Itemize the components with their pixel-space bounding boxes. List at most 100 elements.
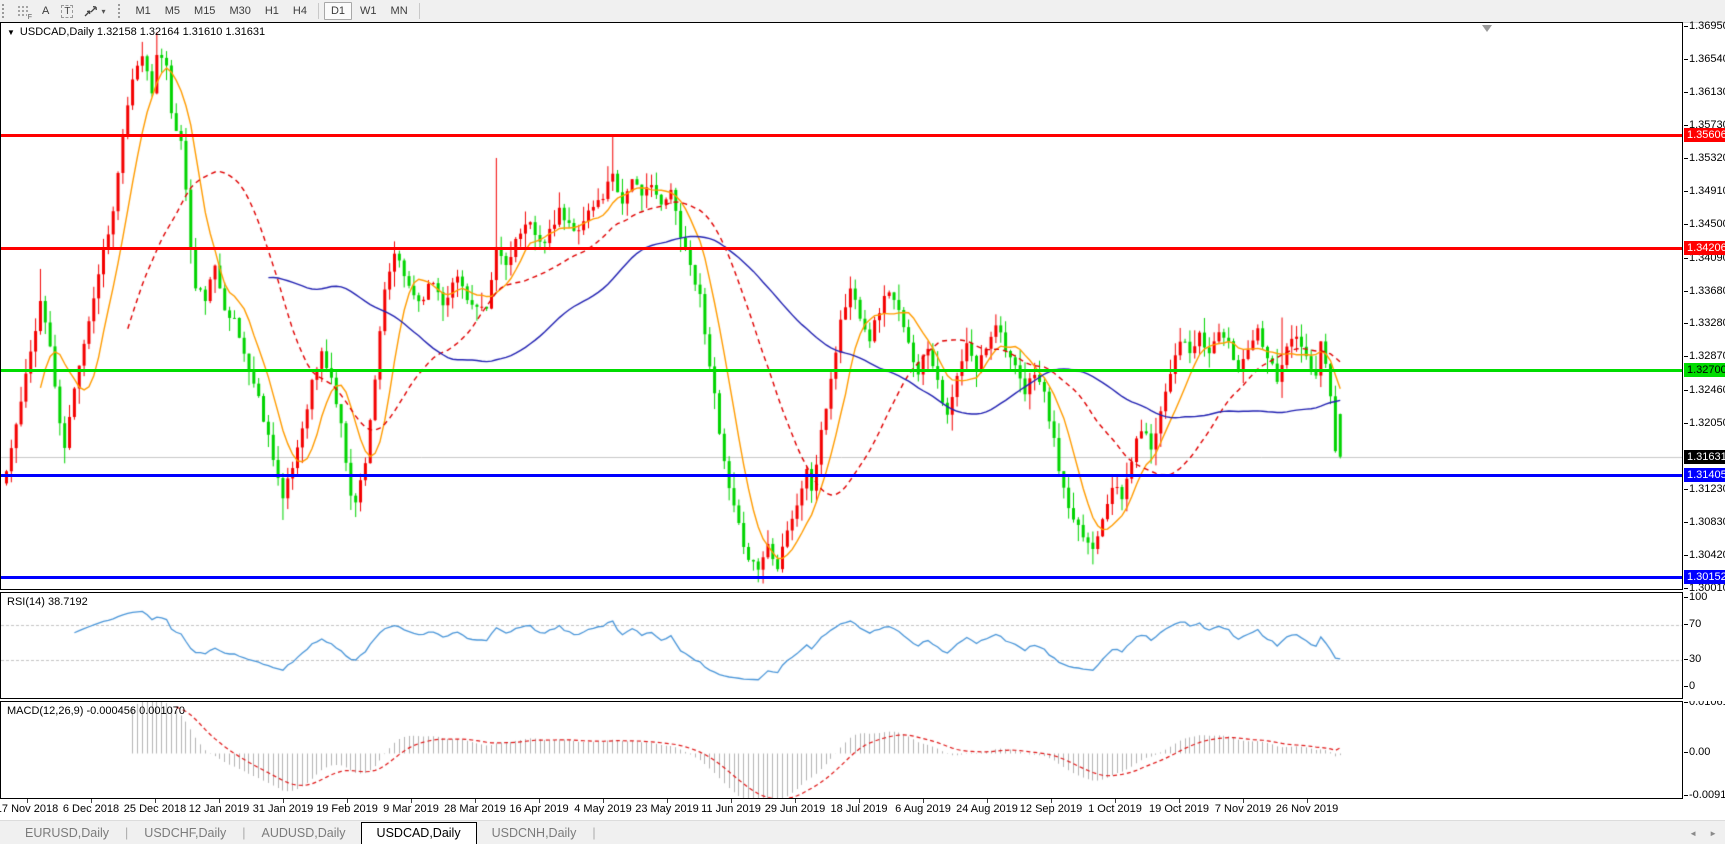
timeframe-group-drag-handle[interactable] [118, 4, 123, 18]
text-label-tool-button[interactable]: A [36, 2, 55, 20]
macd-canvas[interactable] [1, 702, 1682, 798]
rsi-tick-label: 0 [1689, 680, 1695, 693]
date-label: 24 Aug 2019 [956, 803, 1018, 815]
date-label: 11 Jun 2019 [701, 803, 761, 815]
tab-scroll-right-button[interactable]: ► [1709, 829, 1717, 838]
date-label: 26 Nov 2019 [1276, 803, 1338, 815]
timeframe-m5-button[interactable]: M5 [159, 2, 186, 20]
tab-separator: | [592, 826, 595, 840]
timeframe-m30-button[interactable]: M30 [223, 2, 256, 20]
date-label: 18 Jul 2019 [831, 803, 888, 815]
macd-axis[interactable]: 0.010615 0.00 -0.009185 [1684, 701, 1725, 799]
macd-tick-label: 0.010615 [1689, 701, 1725, 709]
timeframe-h1-button[interactable]: H1 [259, 2, 285, 20]
dotted-grid-f-icon: F [17, 5, 30, 18]
price-tick-label: 1.32050 [1689, 417, 1725, 430]
timeframe-h4-button[interactable]: H4 [287, 2, 313, 20]
date-label: 1 Oct 2019 [1088, 803, 1142, 815]
tab-separator: | [125, 826, 128, 840]
level-line-1.31405[interactable] [1, 474, 1682, 477]
fibonacci-grid-tool-button[interactable]: F [13, 2, 34, 20]
text-box-tool-button[interactable]: T [57, 2, 77, 20]
chart-shift-marker[interactable] [1482, 25, 1492, 32]
price-tick-label: 1.30830 [1689, 516, 1725, 529]
tab-usdchf-daily[interactable]: USDCHF,Daily [129, 822, 241, 844]
price-tick-label: 1.33280 [1689, 317, 1725, 330]
level-price-badge: 1.31405 [1684, 468, 1725, 482]
level-price-badge: 1.35606 [1684, 128, 1725, 142]
timeframe-w1-button[interactable]: W1 [354, 2, 383, 20]
level-price-badge: 1.34206 [1684, 241, 1725, 255]
symbol-dropdown-icon[interactable]: ▼ [7, 28, 15, 37]
tab-separator: | [242, 826, 245, 840]
rsi-axis[interactable]: 100 70 30 0 [1684, 592, 1725, 699]
price-tick-label: 1.32870 [1689, 350, 1725, 363]
date-label: 16 Apr 2019 [509, 803, 568, 815]
tab-eurusd-daily[interactable]: EURUSD,Daily [10, 822, 124, 844]
date-label: 4 May 2019 [574, 803, 631, 815]
date-label: 12 Sep 2019 [1020, 803, 1082, 815]
date-label: 12 Jan 2019 [189, 803, 250, 815]
main-price-panel[interactable]: ▼ USDCAD,Daily 1.32158 1.32164 1.31610 1… [0, 22, 1683, 590]
date-label: 9 Mar 2019 [383, 803, 439, 815]
current-price-badge: 1.31631 [1684, 450, 1725, 464]
macd-indicator-label: MACD(12,26,9) -0.000456 0.001070 [7, 705, 185, 717]
date-label: 19 Oct 2019 [1149, 803, 1209, 815]
toolbar: F A T ▾ M1 M5 M15 M30 H1 H4 D1 W1 MN [0, 0, 1725, 23]
arrows-tool-button[interactable]: ▾ [79, 2, 109, 20]
date-label: 25 Dec 2018 [124, 803, 186, 815]
timeframe-m1-button[interactable]: M1 [129, 2, 156, 20]
timeframe-d1-button[interactable]: D1 [324, 2, 352, 20]
tab-scrollers: ◄ ► [1689, 821, 1717, 844]
date-label: 17 Nov 2018 [0, 803, 58, 815]
price-tick-label: 1.30420 [1689, 549, 1725, 562]
chart-title: ▼ USDCAD,Daily 1.32158 1.32164 1.31610 1… [7, 26, 265, 38]
rsi-tick-label: 100 [1689, 591, 1707, 604]
price-axis[interactable]: 1.369501.365401.361301.357301.353201.349… [1684, 22, 1725, 590]
macd-tick-label: -0.009185 [1689, 789, 1725, 799]
arrows-icon [83, 5, 98, 18]
date-label: 6 Aug 2019 [895, 803, 951, 815]
price-tick-label: 1.35320 [1689, 152, 1725, 165]
mt4-window: F A T ▾ M1 M5 M15 M30 H1 H4 D1 W1 MN ▼ U… [0, 0, 1725, 844]
price-tick-label: 1.34910 [1689, 185, 1725, 198]
price-tick-label: 1.33680 [1689, 285, 1725, 298]
tab-usdcad-daily[interactable]: USDCAD,Daily [361, 822, 477, 844]
price-tick-label: 1.36950 [1689, 20, 1725, 33]
tab-usdcnh-daily[interactable]: USDCNH,Daily [477, 822, 592, 844]
date-label: 29 Jun 2019 [765, 803, 826, 815]
price-tick-label: 1.31230 [1689, 483, 1725, 496]
level-price-badge: 1.30152 [1684, 570, 1725, 584]
arrows-dropdown-caret-icon[interactable]: ▾ [101, 7, 105, 16]
date-label: 7 Nov 2019 [1215, 803, 1271, 815]
timeframe-mn-button[interactable]: MN [385, 2, 414, 20]
price-tick-label: 1.36130 [1689, 86, 1725, 99]
tab-scroll-left-button[interactable]: ◄ [1689, 829, 1697, 838]
level-price-badge: 1.32700 [1684, 363, 1725, 377]
date-label: 6 Dec 2018 [63, 803, 119, 815]
level-line-1.30152[interactable] [1, 576, 1682, 579]
date-label: 23 May 2019 [635, 803, 699, 815]
date-label: 31 Jan 2019 [253, 803, 314, 815]
rsi-panel[interactable]: RSI(14) 38.7192 [0, 592, 1683, 699]
tab-audusd-daily[interactable]: AUDUSD,Daily [247, 822, 361, 844]
level-line-1.35606[interactable] [1, 134, 1682, 137]
date-axis[interactable]: 17 Nov 2018 6 Dec 2018 25 Dec 201812 Jan 2… [0, 799, 1683, 820]
price-tick-label: 1.34500 [1689, 218, 1725, 231]
level-line-1.34206[interactable] [1, 247, 1682, 250]
rsi-canvas[interactable] [1, 593, 1682, 698]
level-line-1.32700[interactable] [1, 369, 1682, 372]
toolbar-separator [318, 3, 319, 19]
rsi-tick-label: 30 [1689, 653, 1701, 666]
text-box-icon: T [61, 5, 73, 18]
chart-title-text: USDCAD,Daily 1.32158 1.32164 1.31610 1.3… [20, 26, 265, 38]
price-tick-label: 1.36540 [1689, 53, 1725, 66]
rsi-tick-label: 70 [1689, 618, 1701, 631]
macd-tick-label: 0.00 [1689, 746, 1710, 759]
toolbar-drag-handle[interactable] [2, 4, 7, 18]
date-label: 19 Feb 2019 [316, 803, 378, 815]
macd-panel[interactable]: MACD(12,26,9) -0.000456 0.001070 [0, 701, 1683, 799]
main-chart-canvas[interactable] [1, 23, 1682, 589]
timeframe-m15-button[interactable]: M15 [188, 2, 221, 20]
chart-tab-bar: EURUSD,Daily | USDCHF,Daily | AUDUSD,Dai… [0, 820, 1725, 844]
